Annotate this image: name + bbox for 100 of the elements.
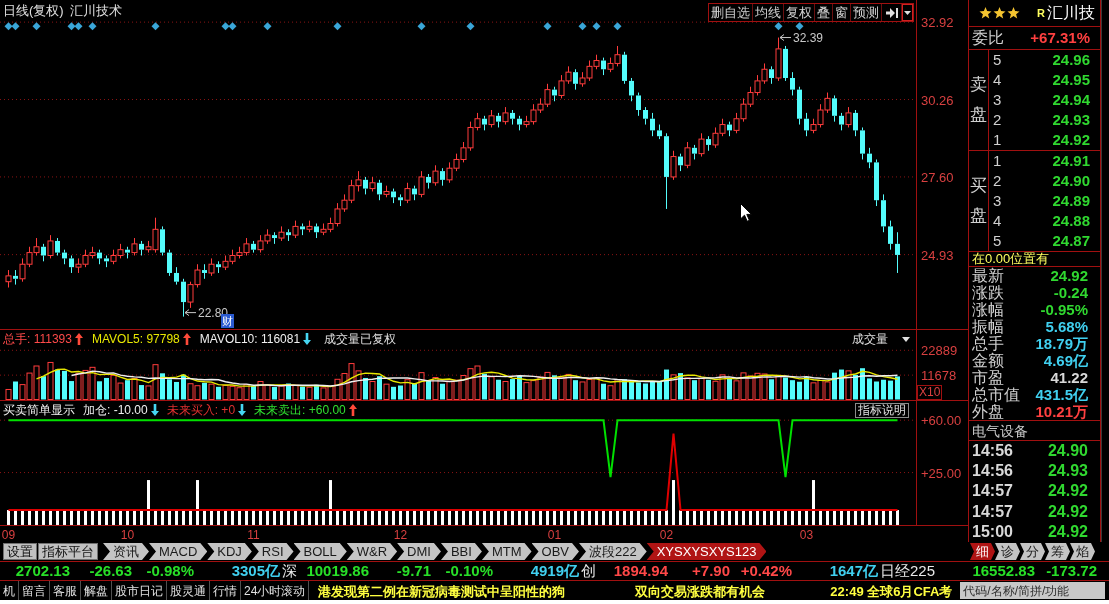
arrow-left-icon — [779, 34, 792, 42]
trade-price: 24.93 — [1047, 462, 1088, 481]
bar — [272, 387, 277, 400]
toolbar-button[interactable]: 叠 — [815, 4, 833, 21]
field-value: +67.31% — [1030, 29, 1090, 47]
bar — [47, 361, 54, 400]
axis-label: 01 — [547, 528, 562, 542]
field-label: 涨跌 — [972, 284, 1004, 301]
bar — [131, 377, 138, 400]
panel-tab[interactable]: 焰 — [1070, 543, 1095, 560]
bar — [874, 381, 879, 400]
axis-label: 27.60 — [921, 169, 954, 185]
footer-link[interactable]: 留言 — [19, 581, 50, 600]
indicator-tab[interactable]: OBV — [531, 543, 579, 560]
candlestick — [804, 112, 809, 137]
bar — [867, 378, 872, 400]
trade-time: 14:57 — [972, 502, 1013, 521]
indicator-tab[interactable]: RSI — [251, 543, 294, 560]
help-button[interactable]: 指标说明 — [855, 403, 909, 418]
level-number: 4 — [993, 71, 1002, 89]
axis-label: 11 — [247, 528, 260, 542]
field-label: 金额 — [972, 352, 1004, 369]
field-label: 市盈 — [972, 369, 1004, 386]
bar — [167, 379, 172, 400]
index-change: -173.72 — [1045, 562, 1097, 580]
field-value: 24.92 — [1050, 267, 1088, 284]
toolbar-button[interactable]: 复权 — [784, 4, 815, 21]
trade-price: 24.90 — [1047, 442, 1088, 461]
index-value: 2702.13 — [14, 562, 70, 580]
index-name: 深 — [281, 562, 298, 580]
news-headline[interactable]: 港发现第二例在新冠病毒测试中呈阳性的狗 — [318, 583, 566, 599]
index-value: 16552.83 — [971, 562, 1035, 580]
candlestick — [300, 222, 305, 236]
candlestick — [510, 109, 515, 126]
candlestick — [678, 153, 683, 172]
bar — [692, 380, 697, 400]
toolbar-button[interactable]: 窗 — [833, 4, 851, 21]
footer-link[interactable]: 股市日记 — [112, 581, 167, 600]
bar — [510, 379, 515, 400]
bar — [552, 375, 557, 400]
bar — [790, 380, 795, 400]
trade-time: 15:00 — [972, 522, 1013, 541]
bar — [62, 370, 67, 400]
panel-tab[interactable]: 分 — [1020, 543, 1045, 560]
footer-link[interactable]: 客服 — [50, 581, 81, 600]
note-label: 成交量已复权 — [324, 332, 397, 346]
bar — [125, 380, 130, 400]
toolbar-button[interactable]: 指标平台 — [38, 543, 98, 560]
footer-link[interactable]: 机 — [0, 581, 19, 600]
indicator-tab[interactable]: BOLL — [293, 543, 347, 560]
order-price: 24.93 — [1052, 111, 1090, 129]
candlestick — [629, 77, 634, 102]
footer-link[interactable]: 行情 — [210, 581, 241, 600]
toolbar-button[interactable]: 设置 — [3, 543, 37, 560]
indicator-tab[interactable]: W&R — [346, 543, 398, 560]
footer-link[interactable]: 24小时滚动 — [241, 581, 310, 600]
price-label: 32.39 — [793, 30, 824, 45]
axis-label: 02 — [659, 528, 674, 542]
order-price: 24.95 — [1052, 71, 1090, 89]
footer-link[interactable]: 解盘 — [81, 581, 112, 600]
candlestick — [440, 167, 445, 187]
toolbar-button[interactable]: 预测 — [851, 4, 882, 21]
bar — [391, 386, 396, 400]
bar — [404, 379, 411, 400]
indicator-tab[interactable]: XYSXYSXYS123 — [646, 543, 767, 560]
bar — [369, 381, 376, 400]
field-label: 最新 — [972, 267, 1004, 284]
bar — [488, 376, 495, 400]
panel-tab[interactable]: 诊 — [995, 543, 1020, 560]
indicator-tab[interactable]: 资讯 — [103, 543, 149, 560]
toolbar-button[interactable]: 均线 — [753, 4, 784, 21]
bar — [601, 383, 606, 400]
indicator-tab[interactable]: MTM — [481, 543, 532, 560]
panel-tab[interactable]: 筹 — [1045, 543, 1070, 560]
indicator-tab[interactable]: 波段222 — [579, 543, 647, 560]
level-number: 3 — [993, 91, 1002, 109]
indicator-tab[interactable]: BBI — [440, 543, 482, 560]
indicator-tab[interactable]: DMI — [397, 543, 441, 560]
panel-tab[interactable]: 细 — [970, 543, 995, 560]
bar — [440, 383, 445, 400]
trade-price: 24.92 — [1047, 482, 1088, 501]
news-headline[interactable]: 双向交易涨跌都有机会 — [635, 583, 766, 599]
indicator-dropdown[interactable]: 成交量 — [852, 332, 910, 346]
bar — [160, 373, 165, 400]
period-label: 日线(复权) — [3, 3, 64, 18]
news-headline[interactable]: 22:49 全球6月CFA考 — [830, 583, 953, 599]
indicator-tab[interactable]: KDJ — [207, 543, 252, 560]
footer-link[interactable]: 股灵通 — [167, 581, 210, 600]
search-field[interactable]: 代码/名称/简拼/功能 — [960, 582, 1105, 599]
index-value: 1894.94 — [612, 562, 668, 580]
indicator-tab[interactable]: MACD — [149, 543, 208, 560]
field-label: 总市值 — [972, 386, 1020, 403]
bar — [804, 376, 809, 400]
axis-label: 24.93 — [921, 247, 954, 263]
bar — [41, 376, 46, 400]
bar — [174, 381, 179, 400]
level-number: 4 — [993, 212, 1002, 230]
legend-label: MAVOL5: 97798 — [91, 332, 180, 346]
dropdown-button[interactable] — [902, 4, 913, 21]
toolbar-button[interactable]: 删自选 — [709, 4, 753, 21]
